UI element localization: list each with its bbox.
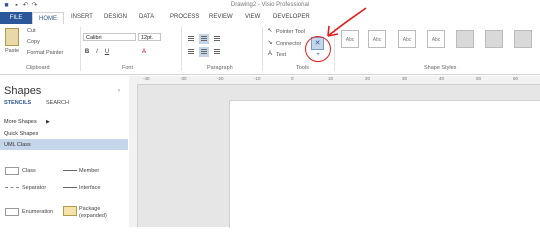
italic-button[interactable]: I: [93, 48, 101, 56]
interface-shape-icon[interactable]: [63, 187, 77, 188]
shapes-pane-title: Shapes: [4, 85, 42, 97]
connector-button[interactable]: Connector: [276, 41, 301, 47]
ribbon-divider: [181, 27, 182, 71]
align-right-icon[interactable]: [212, 47, 222, 57]
tab-stencils[interactable]: STENCILS: [4, 100, 31, 106]
shape-style-thumb[interactable]: [456, 30, 474, 48]
stencil-interface[interactable]: Interface: [79, 185, 100, 191]
ruler-tick-label: 30: [402, 76, 408, 81]
window-title: Drawing2 - Visio Professional: [230, 2, 310, 8]
stencil-enumeration[interactable]: Enumeration: [22, 209, 53, 215]
pointer-icon[interactable]: ↖: [266, 27, 274, 35]
class-shape-icon[interactable]: [5, 167, 19, 175]
enumeration-shape-icon[interactable]: [5, 208, 19, 216]
clipboard-group-label: Clipboard: [26, 65, 50, 71]
font-group-label: Font: [122, 65, 134, 71]
ruler-tick-label: -20: [217, 76, 224, 81]
text-tool-icon[interactable]: A: [266, 50, 274, 58]
copy-button[interactable]: Copy: [27, 39, 40, 45]
ruler-tick-label: 0: [291, 76, 294, 81]
shape-styles-group-label: Shape Styles: [424, 65, 457, 71]
bold-button[interactable]: B: [83, 48, 91, 56]
align-top-icon[interactable]: [186, 34, 196, 44]
connector-icon[interactable]: ↘: [266, 39, 274, 47]
align-center-icon[interactable]: [199, 47, 209, 57]
text-tool-button[interactable]: Text: [276, 52, 286, 58]
annotation-arrow-icon: [327, 7, 367, 37]
shape-style-thumb[interactable]: Abc: [368, 30, 386, 48]
more-shapes-link[interactable]: More Shapes: [4, 119, 37, 125]
stencil-member[interactable]: Member: [79, 168, 99, 174]
shapes-pane: Shapes ‹ STENCILS SEARCH More Shapes ▶ Q…: [0, 76, 130, 227]
tab-data[interactable]: DATA: [139, 14, 154, 20]
shape-style-thumb[interactable]: Abc: [427, 30, 445, 48]
ruler-corner: [129, 76, 137, 84]
tab-insert[interactable]: INSERT: [71, 14, 93, 20]
ribbon-divider: [262, 27, 263, 71]
stencil-package-expanded[interactable]: Package (expanded): [79, 206, 119, 220]
tab-developer[interactable]: DEVELOPER: [273, 14, 310, 20]
uml-class-item[interactable]: UML Class: [4, 142, 31, 148]
font-name-dropdown[interactable]: Calibri: [83, 33, 136, 41]
font-color-icon[interactable]: A: [140, 48, 148, 56]
underline-button[interactable]: U: [103, 48, 111, 56]
tab-file[interactable]: FILE: [0, 12, 32, 24]
tab-review[interactable]: REVIEW: [209, 14, 233, 20]
paragraph-group-label: Paragraph: [207, 65, 233, 71]
cut-button[interactable]: Cut: [27, 28, 36, 34]
shape-style-thumb[interactable]: [485, 30, 503, 48]
tab-search[interactable]: SEARCH: [46, 100, 69, 106]
tab-design[interactable]: DESIGN: [104, 14, 127, 20]
package-shape-icon[interactable]: [63, 206, 77, 216]
ribbon-divider: [80, 27, 81, 71]
tools-group-label: Tools: [296, 65, 309, 71]
tab-view[interactable]: VIEW: [245, 14, 260, 20]
tab-home[interactable]: HOME: [32, 12, 64, 24]
shape-style-thumb[interactable]: Abc: [398, 30, 416, 48]
member-shape-icon[interactable]: [63, 170, 77, 171]
format-painter-button[interactable]: Format Painter: [27, 50, 63, 56]
align-middle-icon[interactable]: [199, 34, 209, 44]
align-left-icon[interactable]: [186, 47, 196, 57]
tab-process[interactable]: PROCESS: [170, 14, 199, 20]
quick-shapes-item[interactable]: Quick Shapes: [4, 131, 38, 137]
separator-shape-icon[interactable]: [5, 187, 19, 188]
ruler-tick-label: 20: [365, 76, 371, 81]
shape-style-thumb[interactable]: [514, 30, 532, 48]
ribbon: Paste Cut Copy Format Painter Clipboard …: [0, 24, 540, 75]
ruler-tick-label: -40: [143, 76, 150, 81]
chevron-right-icon: ▶: [46, 119, 50, 125]
pointer-tool-button[interactable]: Pointer Tool: [276, 29, 305, 35]
ruler-tick-label: 10: [328, 76, 334, 81]
font-size-dropdown[interactable]: 12pt.: [138, 33, 161, 41]
align-bottom-icon[interactable]: [212, 34, 222, 44]
title-bar: ■ ▪ ↶ ↷ Drawing2 - Visio Professional: [0, 0, 540, 12]
paste-icon[interactable]: [5, 28, 19, 46]
drawing-page[interactable]: [229, 100, 540, 228]
stencil-class[interactable]: Class: [22, 168, 36, 174]
ruler-tick-label: -30: [180, 76, 187, 81]
ruler-tick-label: -10: [254, 76, 261, 81]
ruler-tick-label: 60: [513, 76, 519, 81]
ruler-tick-label: 50: [476, 76, 482, 81]
stencil-separator[interactable]: Separator: [22, 185, 46, 191]
paste-button[interactable]: Paste: [5, 48, 19, 54]
vertical-ruler: [129, 84, 138, 227]
ruler-tick-label: 40: [439, 76, 445, 81]
horizontal-ruler: -40 -30 -20 -10 0 10 20 30 40 50 60: [137, 76, 540, 85]
collapse-pane-icon[interactable]: ‹: [118, 88, 120, 94]
